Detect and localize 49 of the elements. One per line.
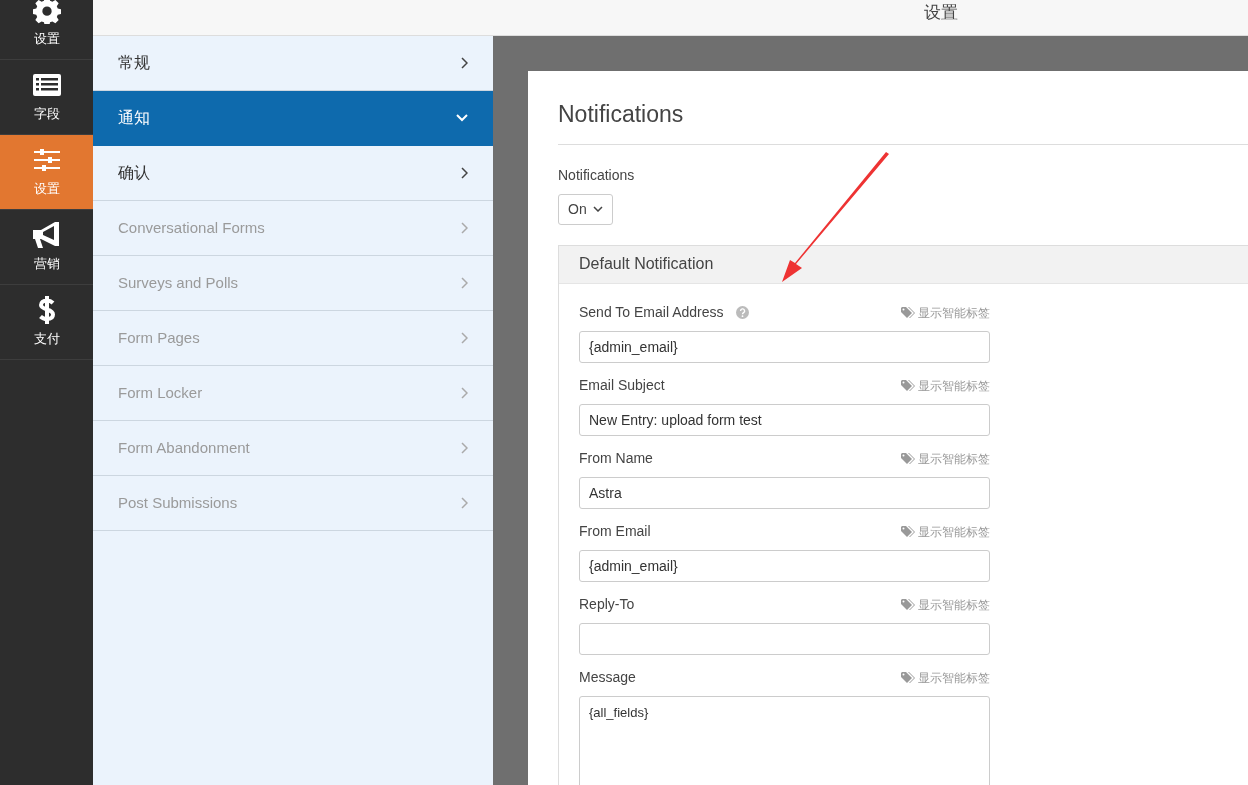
chevron-right-icon: [461, 222, 468, 234]
tag-icon: [901, 307, 915, 318]
section-tab[interactable]: 确认: [93, 146, 493, 201]
field-label: Email Subject: [579, 376, 665, 395]
field-label: Reply-To: [579, 595, 635, 614]
smart-tags-link[interactable]: 显示智能标签: [901, 522, 990, 541]
input-field[interactable]: {admin_email}: [579, 549, 990, 582]
notification-title: Default Notification: [579, 254, 714, 274]
megaphone-icon: [31, 221, 62, 250]
field-label: From Name: [579, 449, 653, 468]
gear-icon: [32, 0, 61, 25]
list-icon: [31, 73, 62, 98]
message-field[interactable]: {all_fields}: [579, 695, 990, 785]
section-tab[interactable]: 通知: [93, 91, 493, 146]
smart-tags-link[interactable]: 显示智能标签: [901, 595, 990, 614]
smart-tags-link[interactable]: 显示智能标签: [901, 303, 990, 322]
tag-icon: [901, 672, 915, 683]
chevron-right-icon: [461, 497, 468, 509]
input-field[interactable]: Astra: [579, 476, 990, 509]
page-title: 设置: [924, 2, 958, 24]
input-field[interactable]: [579, 622, 990, 655]
chevron-right-icon: [461, 442, 468, 454]
smart-tags-link[interactable]: 显示智能标签: [901, 376, 990, 395]
chevron-right-icon: [461, 57, 468, 69]
smart-tags-link[interactable]: 显示智能标签: [901, 449, 990, 468]
caret-icon: [592, 206, 603, 212]
tag-icon: [901, 453, 915, 464]
chevron-right-icon: [461, 277, 468, 289]
notifications-select[interactable]: On: [558, 193, 613, 225]
field-label: From Email: [579, 522, 651, 541]
smart-tags-link[interactable]: 显示智能标签: [901, 668, 990, 687]
panel-title: Notifications: [558, 97, 1248, 145]
field-label: Notifications: [558, 165, 636, 185]
chevron-right-icon: [461, 332, 468, 344]
chevron-right-icon: [461, 167, 468, 179]
field-label: Send To Email Address: [579, 303, 724, 322]
input-field[interactable]: New Entry: upload form test: [579, 403, 990, 436]
field-label: Message: [579, 668, 636, 687]
tag-icon: [901, 380, 915, 391]
help-icon: [735, 306, 749, 319]
rail-button[interactable]: 设置: [0, 0, 93, 60]
dollar-icon: [37, 295, 56, 326]
input-field[interactable]: {admin_email}: [579, 330, 990, 363]
rail-button[interactable]: 设置: [0, 135, 93, 210]
tag-icon: [901, 599, 915, 610]
tag-icon: [901, 526, 915, 537]
chevron-down-icon: [456, 114, 468, 122]
sliders-icon: [33, 149, 60, 172]
chevron-right-icon: [461, 387, 468, 399]
